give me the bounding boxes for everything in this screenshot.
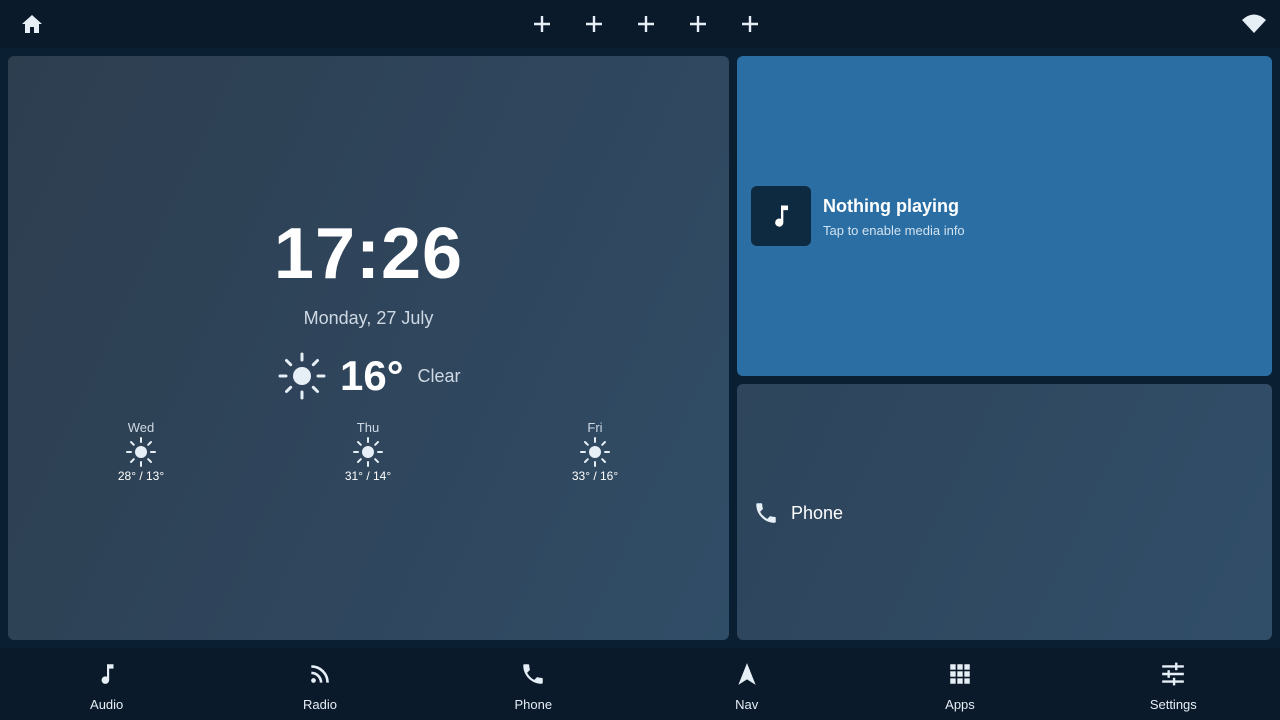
forecast-range: 31° / 14° (344, 469, 392, 483)
nav-item-label: Nav (735, 697, 759, 712)
nav-item-label: Apps (945, 697, 975, 712)
nav-item-audio[interactable]: Audio (0, 648, 213, 720)
forecast-day: Thu 31° / 14° (313, 420, 423, 483)
bottom-nav: Audio Radio Phone Nav Apps Settings (0, 648, 1280, 720)
plus-icon (742, 16, 758, 32)
navigation-arrow-icon (737, 663, 756, 685)
current-weather: 16° Clear (278, 348, 461, 404)
settings-sliders-icon (1162, 662, 1185, 686)
phone-icon (523, 664, 544, 684)
forecast-day-label: Fri (587, 420, 603, 435)
nav-item-radio[interactable]: Radio (213, 648, 426, 720)
add-shortcut-button[interactable] (736, 10, 764, 38)
nav-item-apps[interactable]: Apps (853, 648, 1066, 720)
forecast-day-label: Thu (356, 420, 380, 435)
add-shortcut-button[interactable] (528, 10, 556, 38)
apps-grid-icon (950, 664, 970, 684)
nav-item-label: Radio (303, 697, 337, 712)
nav-item-settings[interactable]: Settings (1067, 648, 1280, 720)
forecast-day: Fri 33° / 16° (540, 420, 650, 483)
current-temperature: 16° (340, 352, 404, 399)
sun-icon (126, 437, 156, 467)
home-icon[interactable] (20, 12, 44, 36)
nav-item-nav[interactable]: Nav (640, 648, 853, 720)
current-condition: Clear (417, 365, 461, 386)
shortcut-slots (528, 10, 764, 38)
sun-icon (278, 352, 326, 400)
media-subtitle: Tap to enable media info (823, 223, 965, 238)
plus-icon (534, 16, 550, 32)
clock-weather-card[interactable]: 17:26 Monday, 27 July 16° Clear Wed 28° … (8, 56, 729, 640)
music-note-icon (101, 664, 114, 684)
add-shortcut-button[interactable] (632, 10, 660, 38)
album-art-placeholder (751, 186, 811, 246)
phone-card-label: Phone (791, 503, 844, 523)
add-shortcut-button[interactable] (684, 10, 712, 38)
music-note-icon (775, 205, 788, 227)
plus-icon (690, 16, 706, 32)
nav-item-label: Settings (1149, 697, 1197, 712)
wifi-icon[interactable] (1240, 12, 1268, 36)
forecast-day: Wed 28° / 13° (86, 420, 196, 483)
phone-card[interactable]: Phone (737, 384, 1272, 640)
nav-item-label: Audio (90, 697, 124, 712)
radio-icon (311, 665, 329, 683)
plus-icon (586, 16, 602, 32)
media-title: Nothing playing (823, 196, 959, 216)
media-card[interactable]: Nothing playing Tap to enable media info (737, 56, 1272, 376)
add-shortcut-button[interactable] (580, 10, 608, 38)
nav-item-phone[interactable]: Phone (427, 648, 640, 720)
sun-icon (353, 437, 383, 467)
forecast-range: 33° / 16° (571, 469, 619, 483)
clock-date: Monday, 27 July (303, 308, 434, 328)
sun-icon (580, 437, 610, 467)
forecast-day-label: Wed (127, 420, 155, 435)
top-bar (0, 0, 1280, 48)
phone-icon (756, 503, 776, 523)
plus-icon (638, 16, 654, 32)
clock-time: 17:26 (273, 214, 464, 294)
forecast-range: 28° / 13° (117, 469, 165, 483)
nav-item-label: Phone (514, 697, 553, 712)
